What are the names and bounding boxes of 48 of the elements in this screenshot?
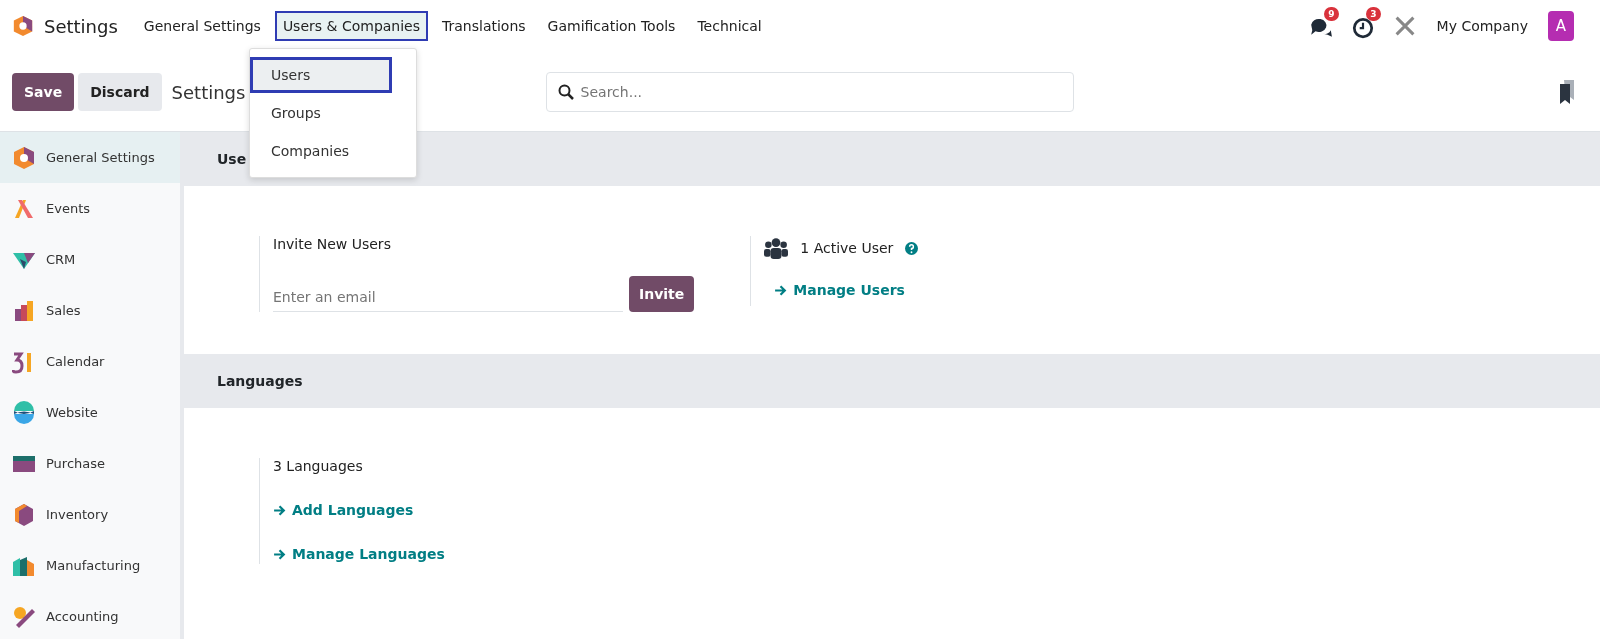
- app-title: Settings: [44, 15, 118, 37]
- link[interactable]: Add Languages: [273, 502, 445, 518]
- dropdown-item[interactable]: Groups: [250, 95, 416, 131]
- menu-tab[interactable]: Gamification Tools: [539, 11, 684, 41]
- dropdown-item[interactable]: Companies: [250, 133, 416, 169]
- sidebar-item[interactable]: CRM: [0, 234, 180, 285]
- menu-tab[interactable]: Translations: [434, 11, 534, 41]
- sidebar-item[interactable]: Calendar: [0, 336, 180, 387]
- users-icon: [764, 236, 789, 260]
- menu-tab[interactable]: Technical: [689, 11, 770, 41]
- app-logo-icon: [12, 14, 34, 38]
- arrow-icon: [774, 283, 788, 297]
- setting-title: 1 Active User: [800, 240, 894, 256]
- company-switcher[interactable]: My Company: [1436, 18, 1528, 34]
- count-badge: 9: [1324, 7, 1339, 21]
- discard-button[interactable]: Discard: [78, 73, 162, 111]
- arrow-icon: [273, 547, 286, 561]
- count-badge: 3: [1366, 7, 1381, 21]
- sidebar-item[interactable]: Accounting: [0, 591, 180, 639]
- link[interactable]: Manage Users: [774, 282, 919, 298]
- sidebar-item[interactable]: General Settings: [0, 132, 180, 183]
- save-button[interactable]: Save: [12, 73, 75, 111]
- sidebar-item[interactable]: Events: [0, 183, 180, 234]
- sidebar-item[interactable]: Inventory: [0, 489, 180, 540]
- menu-tab[interactable]: Users & Companies: [274, 11, 428, 41]
- link[interactable]: Manage Languages: [273, 546, 445, 562]
- bookmark-icon[interactable]: [1560, 80, 1574, 104]
- search-field[interactable]: Search...: [545, 72, 1074, 112]
- invite-button[interactable]: Invite: [629, 276, 695, 312]
- bar-chart-icon: [12, 298, 36, 323]
- menu-tab[interactable]: General Settings: [135, 11, 269, 41]
- globe-icon: [12, 400, 36, 425]
- setting-title: Invite New Users: [273, 236, 392, 252]
- arrow-icon: [273, 503, 286, 517]
- hexagon-icon: [12, 145, 36, 170]
- sidebar-item[interactable]: Manufacturing: [0, 540, 180, 591]
- user-avatar[interactable]: A: [1548, 11, 1574, 41]
- help-icon[interactable]: [905, 241, 919, 255]
- sidebar-item[interactable]: Purchase: [0, 438, 180, 489]
- dropdown-item[interactable]: Users: [250, 57, 392, 93]
- box-icon: [12, 502, 36, 527]
- breadcrumb: Settings: [171, 81, 247, 103]
- setting-title: 3 Languages: [273, 458, 364, 474]
- section-header: Languages: [184, 354, 1600, 408]
- sidebar-item[interactable]: Website: [0, 387, 180, 438]
- clock-icon[interactable]: [1350, 15, 1375, 39]
- pen-icon: [12, 604, 36, 629]
- sidebar-item[interactable]: Sales: [0, 285, 180, 336]
